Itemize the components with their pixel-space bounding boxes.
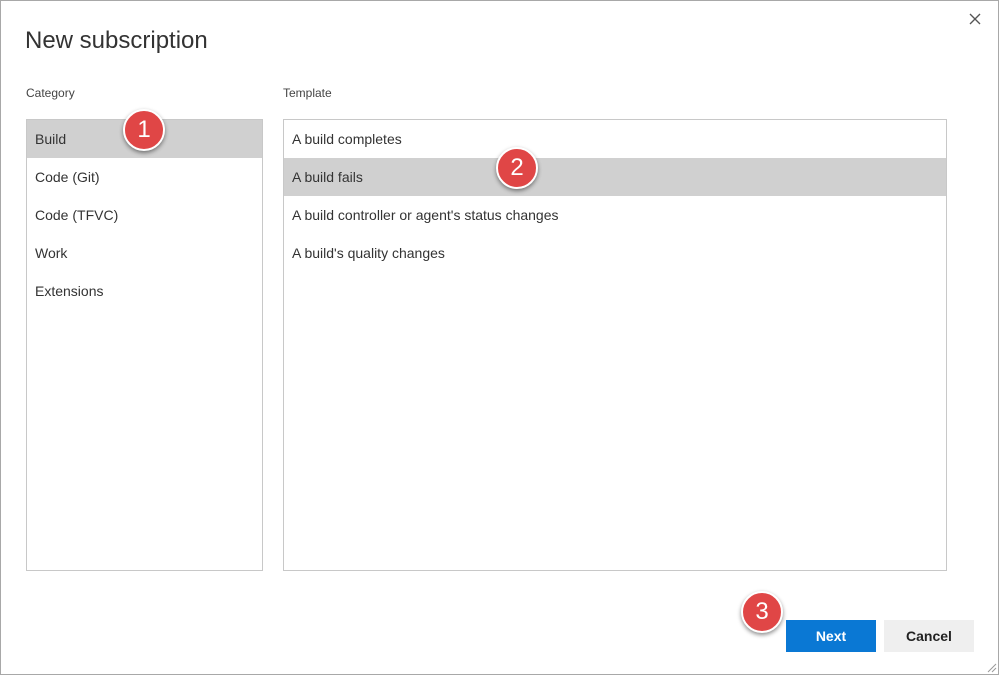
template-item-quality-changes[interactable]: A build's quality changes (284, 234, 946, 272)
category-list: Build Code (Git) Code (TFVC) Work Extens… (26, 119, 263, 571)
close-icon (969, 13, 981, 25)
category-label: Category (26, 86, 75, 100)
resize-grip-icon[interactable] (985, 661, 997, 673)
category-item-work[interactable]: Work (27, 234, 262, 272)
template-item-build-completes[interactable]: A build completes (284, 120, 946, 158)
next-button[interactable]: Next (786, 620, 876, 652)
template-item-build-fails[interactable]: A build fails (284, 158, 946, 196)
category-item-code-git[interactable]: Code (Git) (27, 158, 262, 196)
template-label: Template (283, 86, 332, 100)
close-button[interactable] (963, 7, 987, 31)
category-item-code-tfvc[interactable]: Code (TFVC) (27, 196, 262, 234)
step-marker-3: 3 (741, 591, 783, 633)
step-marker-1: 1 (123, 109, 165, 151)
cancel-button[interactable]: Cancel (884, 620, 974, 652)
dialog-title: New subscription (25, 27, 208, 54)
template-list: A build completes A build fails A build … (283, 119, 947, 571)
category-item-extensions[interactable]: Extensions (27, 272, 262, 310)
template-item-status-changes[interactable]: A build controller or agent's status cha… (284, 196, 946, 234)
new-subscription-dialog: New subscription Category Template Build… (0, 0, 999, 675)
step-marker-2: 2 (496, 147, 538, 189)
